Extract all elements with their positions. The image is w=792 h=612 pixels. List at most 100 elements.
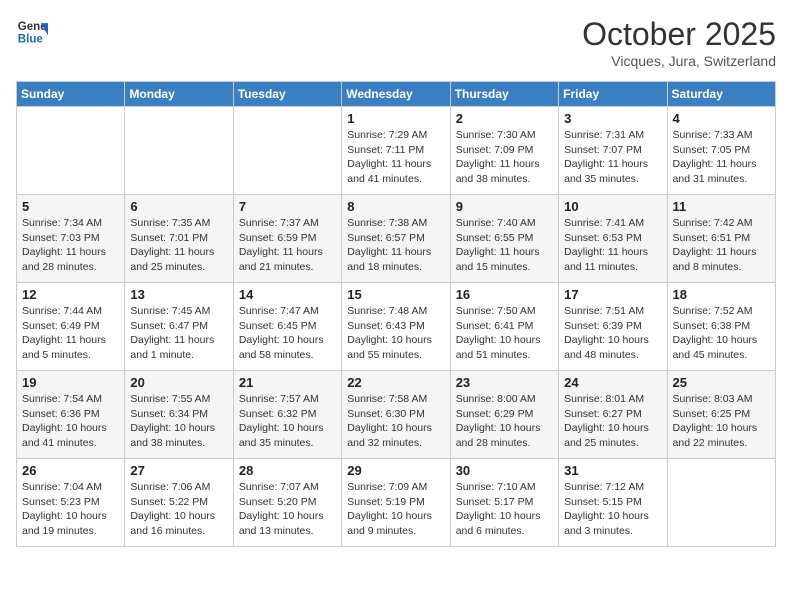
calendar-day-cell: 15Sunrise: 7:48 AM Sunset: 6:43 PM Dayli… bbox=[342, 283, 450, 371]
calendar-day-cell: 26 Sunrise: 7:04 AM Sunset: 5:23 PM Dayli… bbox=[17, 459, 125, 547]
calendar-day-cell bbox=[233, 107, 341, 195]
day-number: 28 bbox=[239, 463, 336, 478]
title-block: October 2025 Vicques, Jura, Switzerland bbox=[582, 16, 776, 69]
logo-icon: General Blue bbox=[16, 16, 48, 48]
day-info: Sunrise: 7:12 AM Sunset: 5:15 PM Dayligh… bbox=[564, 480, 661, 539]
calendar-day-cell: 17Sunrise: 7:51 AM Sunset: 6:39 PM Dayli… bbox=[559, 283, 667, 371]
day-info: Sunrise: 7:29 AM Sunset: 7:11 PM Dayligh… bbox=[347, 128, 444, 187]
day-number: 7 bbox=[239, 199, 336, 214]
location: Vicques, Jura, Switzerland bbox=[582, 53, 776, 69]
day-info: Sunrise: 7:45 AM Sunset: 6:47 PM Dayligh… bbox=[130, 304, 227, 363]
calendar-day-cell bbox=[17, 107, 125, 195]
day-number: 12 bbox=[22, 287, 119, 302]
calendar-body: 1 Sunrise: 7:29 AM Sunset: 7:11 PM Daylig… bbox=[17, 107, 776, 547]
weekday-header-cell: Wednesday bbox=[342, 82, 450, 107]
svg-text:Blue: Blue bbox=[18, 34, 44, 46]
calendar-week-row: 26 Sunrise: 7:04 AM Sunset: 5:23 PM Dayli… bbox=[17, 459, 776, 547]
calendar-day-cell bbox=[125, 107, 233, 195]
calendar-day-cell: 28 Sunrise: 7:07 AM Sunset: 5:20 PM Dayli… bbox=[233, 459, 341, 547]
month-title: October 2025 bbox=[582, 16, 776, 53]
calendar-day-cell: 27 Sunrise: 7:06 AM Sunset: 5:22 PM Dayli… bbox=[125, 459, 233, 547]
calendar-day-cell: 30 Sunrise: 7:10 AM Sunset: 5:17 PM Dayli… bbox=[450, 459, 558, 547]
calendar-day-cell: 9Sunrise: 7:40 AM Sunset: 6:55 PM Daylig… bbox=[450, 195, 558, 283]
calendar-day-cell: 25 Sunrise: 8:03 AM Sunset: 6:25 PM Dayli… bbox=[667, 371, 775, 459]
weekday-header-row: SundayMondayTuesdayWednesdayThursdayFrid… bbox=[17, 82, 776, 107]
day-info: Sunrise: 7:44 AM Sunset: 6:49 PM Dayligh… bbox=[22, 304, 119, 363]
day-info: Sunrise: 7:07 AM Sunset: 5:20 PM Dayligh… bbox=[239, 480, 336, 539]
weekday-header-cell: Tuesday bbox=[233, 82, 341, 107]
day-info: Sunrise: 7:54 AM Sunset: 6:36 PM Dayligh… bbox=[22, 392, 119, 451]
day-info: Sunrise: 7:04 AM Sunset: 5:23 PM Dayligh… bbox=[22, 480, 119, 539]
calendar-day-cell: 8 Sunrise: 7:38 AM Sunset: 6:57 PM Daylig… bbox=[342, 195, 450, 283]
calendar-day-cell: 24Sunrise: 8:01 AM Sunset: 6:27 PM Dayli… bbox=[559, 371, 667, 459]
calendar-day-cell: 10 Sunrise: 7:41 AM Sunset: 6:53 PM Dayli… bbox=[559, 195, 667, 283]
calendar-day-cell: 2 Sunrise: 7:30 AM Sunset: 7:09 PM Daylig… bbox=[450, 107, 558, 195]
day-number: 18 bbox=[673, 287, 770, 302]
day-info: Sunrise: 7:57 AM Sunset: 6:32 PM Dayligh… bbox=[239, 392, 336, 451]
day-number: 14 bbox=[239, 287, 336, 302]
day-number: 11 bbox=[673, 199, 770, 214]
calendar-week-row: 5Sunrise: 7:34 AM Sunset: 7:03 PM Daylig… bbox=[17, 195, 776, 283]
calendar-day-cell: 7 Sunrise: 7:37 AM Sunset: 6:59 PM Daylig… bbox=[233, 195, 341, 283]
day-number: 16 bbox=[456, 287, 553, 302]
day-info: Sunrise: 7:58 AM Sunset: 6:30 PM Dayligh… bbox=[347, 392, 444, 451]
day-number: 21 bbox=[239, 375, 336, 390]
weekday-header-cell: Friday bbox=[559, 82, 667, 107]
page-header: General Blue October 2025 Vicques, Jura,… bbox=[16, 16, 776, 69]
day-number: 27 bbox=[130, 463, 227, 478]
calendar-day-cell: 4Sunrise: 7:33 AM Sunset: 7:05 PM Daylig… bbox=[667, 107, 775, 195]
day-info: Sunrise: 8:03 AM Sunset: 6:25 PM Dayligh… bbox=[673, 392, 770, 451]
weekday-header-cell: Sunday bbox=[17, 82, 125, 107]
day-number: 26 bbox=[22, 463, 119, 478]
calendar-day-cell: 1 Sunrise: 7:29 AM Sunset: 7:11 PM Daylig… bbox=[342, 107, 450, 195]
day-number: 15 bbox=[347, 287, 444, 302]
day-number: 17 bbox=[564, 287, 661, 302]
calendar-day-cell: 29 Sunrise: 7:09 AM Sunset: 5:19 PM Dayli… bbox=[342, 459, 450, 547]
day-info: Sunrise: 7:42 AM Sunset: 6:51 PM Dayligh… bbox=[673, 216, 770, 275]
day-info: Sunrise: 7:34 AM Sunset: 7:03 PM Dayligh… bbox=[22, 216, 119, 275]
day-number: 19 bbox=[22, 375, 119, 390]
calendar-day-cell: 21 Sunrise: 7:57 AM Sunset: 6:32 PM Dayli… bbox=[233, 371, 341, 459]
day-number: 20 bbox=[130, 375, 227, 390]
weekday-header-cell: Monday bbox=[125, 82, 233, 107]
calendar-day-cell bbox=[667, 459, 775, 547]
calendar-day-cell: 14Sunrise: 7:47 AM Sunset: 6:45 PM Dayli… bbox=[233, 283, 341, 371]
day-info: Sunrise: 7:30 AM Sunset: 7:09 PM Dayligh… bbox=[456, 128, 553, 187]
day-number: 23 bbox=[456, 375, 553, 390]
day-number: 29 bbox=[347, 463, 444, 478]
day-number: 6 bbox=[130, 199, 227, 214]
calendar-day-cell: 11 Sunrise: 7:42 AM Sunset: 6:51 PM Dayli… bbox=[667, 195, 775, 283]
day-number: 10 bbox=[564, 199, 661, 214]
day-number: 2 bbox=[456, 111, 553, 126]
weekday-header-cell: Thursday bbox=[450, 82, 558, 107]
day-info: Sunrise: 7:06 AM Sunset: 5:22 PM Dayligh… bbox=[130, 480, 227, 539]
calendar-day-cell: 16 Sunrise: 7:50 AM Sunset: 6:41 PM Dayli… bbox=[450, 283, 558, 371]
day-info: Sunrise: 7:40 AM Sunset: 6:55 PM Dayligh… bbox=[456, 216, 553, 275]
day-number: 3 bbox=[564, 111, 661, 126]
calendar-day-cell: 6 Sunrise: 7:35 AM Sunset: 7:01 PM Daylig… bbox=[125, 195, 233, 283]
day-number: 4 bbox=[673, 111, 770, 126]
day-info: Sunrise: 7:38 AM Sunset: 6:57 PM Dayligh… bbox=[347, 216, 444, 275]
day-info: Sunrise: 7:09 AM Sunset: 5:19 PM Dayligh… bbox=[347, 480, 444, 539]
day-info: Sunrise: 7:31 AM Sunset: 7:07 PM Dayligh… bbox=[564, 128, 661, 187]
day-number: 30 bbox=[456, 463, 553, 478]
day-number: 8 bbox=[347, 199, 444, 214]
day-number: 22 bbox=[347, 375, 444, 390]
day-number: 1 bbox=[347, 111, 444, 126]
logo: General Blue bbox=[16, 16, 48, 48]
day-info: Sunrise: 8:00 AM Sunset: 6:29 PM Dayligh… bbox=[456, 392, 553, 451]
day-info: Sunrise: 7:10 AM Sunset: 5:17 PM Dayligh… bbox=[456, 480, 553, 539]
day-number: 25 bbox=[673, 375, 770, 390]
calendar-day-cell: 12 Sunrise: 7:44 AM Sunset: 6:49 PM Dayli… bbox=[17, 283, 125, 371]
calendar-day-cell: 22 Sunrise: 7:58 AM Sunset: 6:30 PM Dayli… bbox=[342, 371, 450, 459]
calendar-day-cell: 31Sunrise: 7:12 AM Sunset: 5:15 PM Dayli… bbox=[559, 459, 667, 547]
day-info: Sunrise: 7:37 AM Sunset: 6:59 PM Dayligh… bbox=[239, 216, 336, 275]
calendar-day-cell: 18Sunrise: 7:52 AM Sunset: 6:38 PM Dayli… bbox=[667, 283, 775, 371]
calendar-day-cell: 19 Sunrise: 7:54 AM Sunset: 6:36 PM Dayli… bbox=[17, 371, 125, 459]
calendar-table: SundayMondayTuesdayWednesdayThursdayFrid… bbox=[16, 81, 776, 547]
day-info: Sunrise: 8:01 AM Sunset: 6:27 PM Dayligh… bbox=[564, 392, 661, 451]
calendar-day-cell: 5Sunrise: 7:34 AM Sunset: 7:03 PM Daylig… bbox=[17, 195, 125, 283]
day-info: Sunrise: 7:41 AM Sunset: 6:53 PM Dayligh… bbox=[564, 216, 661, 275]
day-info: Sunrise: 7:35 AM Sunset: 7:01 PM Dayligh… bbox=[130, 216, 227, 275]
day-info: Sunrise: 7:50 AM Sunset: 6:41 PM Dayligh… bbox=[456, 304, 553, 363]
